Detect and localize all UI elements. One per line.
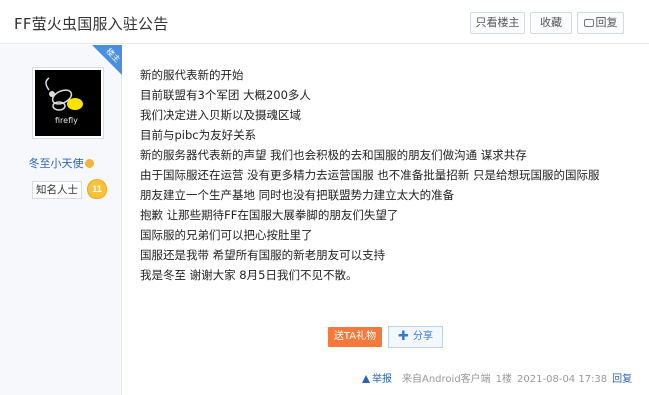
reply-button[interactable]: 回复 <box>577 12 624 34</box>
op-badge: 楼主 <box>77 45 122 90</box>
author-username[interactable]: 冬至小天使 <box>0 155 122 171</box>
report-label[interactable]: 举报 <box>372 374 392 385</box>
favorite-button[interactable]: 收藏 <box>530 12 572 34</box>
client-source: 来自Android客户端 <box>402 374 491 385</box>
report-link[interactable]: 举报 <box>362 374 397 385</box>
post-time: 2021-08-04 17:38 <box>517 374 608 385</box>
post-line: 由于国际服还在运营 没有更多精力去运营国服 也不准备批量招新 只是给想玩国服的国… <box>140 168 600 182</box>
share-icon: ✚ <box>398 329 409 344</box>
post-line: 我是冬至 谢谢大家 8月5日我们不见不散。 <box>140 268 358 282</box>
post-content: 新的服代表新的开始 目前联盟有3个军团 大概200多人 我们决定进入贝斯以及摄魂… <box>140 65 630 285</box>
author-level: 知名人士 11 <box>32 180 106 200</box>
author-username-text[interactable]: 冬至小天使 <box>29 157 84 170</box>
level-badge-icon[interactable]: 11 <box>88 180 106 198</box>
post-line: 新的服务器代表新的声望 我们也会积极的去和国服的朋友们做沟通 谋求共存 <box>140 148 527 162</box>
post-footer: 举报 来自Android客户端 1楼 2021-08-04 17:38 回复 <box>362 370 632 385</box>
post-reply-link[interactable]: 回复 <box>612 374 632 385</box>
thread-header: FF萤火虫国服入驻公告 只看楼主 收藏 回复 <box>0 0 649 44</box>
avatar-text: firefly <box>55 116 78 125</box>
thread-title: FF萤火虫国服入驻公告 <box>14 15 169 33</box>
share-button-label: 分享 <box>412 331 433 342</box>
post-line: 朋友建立一个生产基地 同时也没有把联盟势力建立太大的准备 <box>140 188 455 202</box>
post-line: 抱歉 让那些期待FF在国服大展拳脚的朋友们失望了 <box>140 208 399 222</box>
post-line: 国际服的兄弟们可以把心按肚里了 <box>140 228 313 242</box>
post-line: 目前与pibc为友好关系 <box>140 128 257 142</box>
user-badge-icon <box>84 159 94 168</box>
floor-number: 1楼 <box>495 374 513 385</box>
only-op-button[interactable]: 只看楼主 <box>470 12 525 34</box>
post-line: 国服还是我带 希望所有国服的新老朋友可以支持 <box>140 248 386 262</box>
post-line: 我们决定进入贝斯以及摄魂区域 <box>140 108 301 122</box>
reply-button-label: 回复 <box>595 16 618 29</box>
level-title: 知名人士 <box>32 181 82 199</box>
reply-icon <box>583 19 594 27</box>
share-button[interactable]: ✚ 分享 <box>388 326 443 348</box>
send-gift-button[interactable]: 送TA礼物 <box>328 327 382 347</box>
warning-icon <box>362 375 370 383</box>
post-line: 新的服代表新的开始 <box>140 68 244 82</box>
post-line: 目前联盟有3个军团 大概200多人 <box>140 88 311 102</box>
author-panel: firefly 冬至小天使 知名人士 11 <box>0 45 122 395</box>
